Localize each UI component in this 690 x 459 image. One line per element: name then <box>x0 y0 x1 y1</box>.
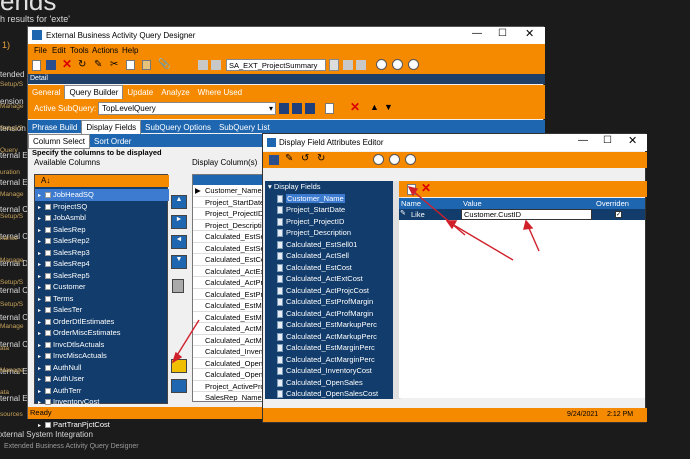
arrow-to-name-cell <box>451 223 514 261</box>
annotation-arrows <box>171 185 540 364</box>
arrow-to-new-icon <box>412 190 466 236</box>
arrow-to-value-cell <box>527 225 540 252</box>
arrow-to-attr-button <box>175 319 200 358</box>
arrowhead-attr-button <box>171 351 183 364</box>
arrowhead-value-cell <box>523 219 534 230</box>
